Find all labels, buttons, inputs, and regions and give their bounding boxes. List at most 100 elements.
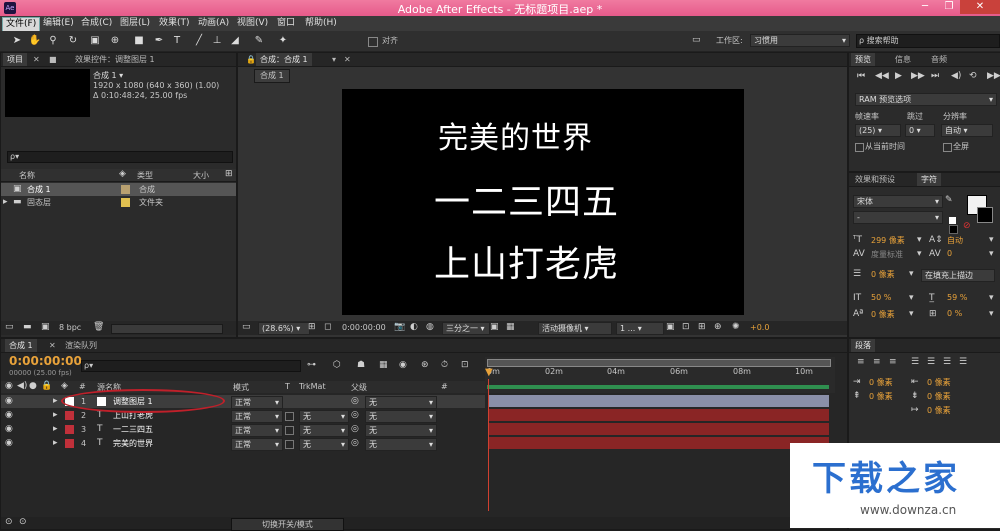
hand-tool-icon[interactable]: ✋ [28,34,42,48]
view-layout-select[interactable]: 1 ... ▾ [616,322,664,335]
next-frame-icon[interactable]: ▶▶ [911,71,925,82]
blend-mode-select[interactable]: 正常 ▾ [231,410,283,423]
tab-character[interactable]: 字符 [917,173,941,186]
eyedropper-icon[interactable]: ✎ [945,195,953,206]
font-family-select[interactable]: 宋体 ▾ [853,195,943,208]
align-right-icon[interactable]: ≡ [889,357,897,368]
frame-rate-select[interactable]: (25) ▾ [855,124,901,137]
tab-composition-viewer[interactable]: 合成：合成 1 [256,53,312,66]
comp-nav-tab[interactable]: 合成 1 [254,69,290,83]
snap-checkbox[interactable] [368,37,378,47]
restore-button[interactable]: ❐ [938,0,960,14]
text-layer-one-two-three[interactable]: 一二三四五 [434,173,619,225]
flowchart-icon[interactable]: ⊞ [225,169,233,180]
pick-whip-icon[interactable]: ◎ [351,410,359,421]
parent-select[interactable]: 无 ▾ [365,396,437,409]
comp-mini-flowchart-icon[interactable]: ⊶ [307,360,316,371]
chevron-down-icon[interactable]: ▾ [989,293,994,304]
space-after-value[interactable]: 0 像素 [927,391,951,402]
video-eye-icon[interactable]: ◉ [5,396,13,407]
tab-project[interactable]: 项目 [3,53,27,66]
project-search-input[interactable]: ρ▾ [7,151,233,163]
expand-arrow-icon[interactable]: ▸ [53,410,58,421]
parent-select[interactable]: 无 ▾ [365,410,437,423]
type-tool-icon[interactable]: T [170,34,184,48]
from-current-time-checkbox[interactable] [855,143,864,152]
chevron-down-icon[interactable]: ▾ [328,53,340,66]
track-matte-select[interactable]: 无 ▾ [299,424,349,437]
expand-arrow-icon[interactable]: ▸ [3,197,8,208]
menu-composition[interactable]: 合成(C) [78,17,115,30]
color-channel-icon[interactable]: ◍ [426,322,434,333]
selection-tool-icon[interactable]: ➤ [10,34,24,48]
timeline-search-input[interactable]: ρ▾ [81,360,301,372]
composition-canvas[interactable]: 完美的世界 一二三四五 上山打老虎 [342,89,744,315]
label-color-swatch[interactable] [65,425,74,434]
video-eye-icon[interactable]: ◉ [5,438,13,449]
video-eye-icon[interactable]: ◉ [5,424,13,435]
video-eye-icon[interactable]: ◉ [5,381,13,392]
col-preserve-transparency[interactable]: T [285,382,290,391]
preserve-transparency-checkbox[interactable] [285,440,294,449]
chevron-down-icon[interactable]: ▾ [917,249,922,260]
track-matte-select[interactable]: 无 ▾ [299,438,349,451]
timeline-link-icon[interactable]: ⊞ [698,322,706,333]
rotate-tool-icon[interactable]: ↻ [66,34,80,48]
toggle-pixel-aspect-icon[interactable]: ▣ [666,322,675,333]
snapshot-icon[interactable]: 📷 [394,322,405,333]
tab-info[interactable]: 信息 [891,53,915,66]
indent-right-value[interactable]: 0 像素 [927,377,951,388]
justify-left-icon[interactable]: ☰ [911,357,919,368]
col-track-matte[interactable]: TrkMat [299,382,326,391]
mute-audio-icon[interactable]: ◀) [951,71,961,82]
clone-stamp-tool-icon[interactable]: ⊥ [210,34,224,48]
previous-frame-icon[interactable]: ◀◀ [875,71,889,82]
tab-audio[interactable]: 音频 [927,53,951,66]
menu-layer[interactable]: 图层(L) [117,17,153,30]
grid-icon[interactable]: ⊞ [308,322,316,333]
tsume-value[interactable]: 0 % [947,309,962,318]
chevron-down-icon[interactable]: ▾ [989,235,994,246]
close-button[interactable]: ✕ [960,0,1000,14]
col-type-header[interactable]: 类型 [137,170,153,181]
motion-blur-icon[interactable]: ◉ [399,360,407,371]
pen-tool-icon[interactable]: ✒ [152,34,166,48]
last-frame-icon[interactable]: ⏭ [931,71,939,82]
video-eye-icon[interactable]: ◉ [5,410,13,421]
parent-select[interactable]: 无 ▾ [365,438,437,451]
leading-value[interactable]: 自动 [947,235,963,246]
baseline-shift-value[interactable]: 0 像素 [871,309,895,320]
expand-arrow-icon[interactable]: ▸ [53,424,58,435]
current-time-display[interactable]: 0:00:00:00 [9,354,82,368]
tab-preview[interactable]: 预览 [851,53,875,66]
tracking-value[interactable]: 0 [947,249,952,258]
no-color-icon[interactable]: ⊘ [963,221,971,232]
font-style-select[interactable]: - ▾ [853,211,943,224]
menu-file[interactable]: 文件(F) [2,17,41,32]
label-tag-icon[interactable]: ◈ [119,169,126,180]
exposure-icon[interactable]: ✺ [732,322,740,333]
first-line-indent-value[interactable]: 0 像素 [927,405,951,416]
auto-keyframe-icon[interactable]: ⏱ [441,360,448,371]
frame-blending-icon[interactable]: ▦ [379,360,388,371]
justify-all-icon[interactable]: ☰ [959,357,967,368]
camera-view-select[interactable]: 活动摄像机 ▾ [538,322,612,335]
pick-whip-icon[interactable]: ◎ [351,396,359,407]
close-icon[interactable]: ✕ [45,339,60,352]
lock-icon[interactable]: 🔒 [41,381,52,392]
draft-3d-icon[interactable]: ⬡ [333,360,341,371]
magnification-select[interactable]: (28.6%) ▾ [258,322,310,335]
resolution-preview-select[interactable]: 自动 ▾ [941,124,993,137]
chevron-down-icon[interactable]: ▾ [989,309,994,320]
hide-shy-layers-icon[interactable]: ☗ [357,360,365,371]
align-left-icon[interactable]: ≡ [857,357,865,368]
tab-timeline-comp[interactable]: 合成 1 [5,339,37,352]
horizontal-scrollbar[interactable] [111,324,223,334]
fast-preview-icon[interactable]: ⊡ [682,322,690,333]
list-item[interactable]: ▸ ▬ 固态层 文件夹 [1,196,236,209]
white-swatch[interactable] [949,217,956,224]
workspace-select[interactable]: 习惯用 ▾ [750,34,850,47]
tab-paragraph[interactable]: 段落 [851,339,875,352]
table-row[interactable]: ◉ ▸ 2 T 上山打老虎 正常 ▾ 无 ▾ ◎ 无 ▾ [1,409,485,423]
first-frame-icon[interactable]: ⏮ [857,71,865,82]
